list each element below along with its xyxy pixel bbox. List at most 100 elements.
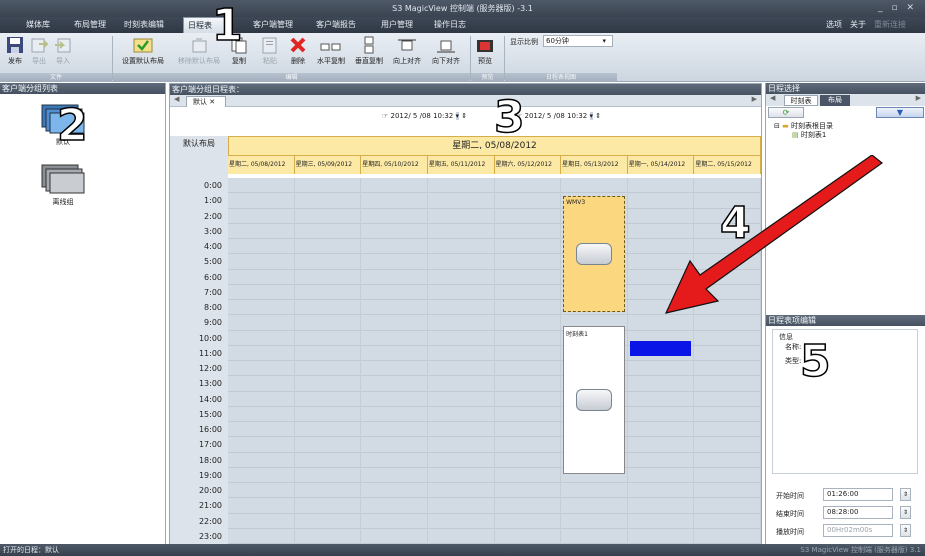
time-slot[interactable] xyxy=(228,284,294,300)
time-slot[interactable] xyxy=(627,437,694,453)
time-slot[interactable] xyxy=(427,223,494,239)
time-slot[interactable] xyxy=(694,483,760,499)
time-slot[interactable] xyxy=(361,284,427,300)
time-slot[interactable] xyxy=(427,300,494,316)
day-column[interactable] xyxy=(494,178,562,544)
time-slot[interactable] xyxy=(228,315,294,331)
time-slot[interactable] xyxy=(427,345,494,361)
time-slot[interactable] xyxy=(294,269,361,285)
time-slot[interactable] xyxy=(361,269,427,285)
time-slot[interactable] xyxy=(627,376,694,392)
time-slot[interactable] xyxy=(294,330,361,346)
date-from-picker[interactable]: ☞ 2012/ 5 /08 10:32 ▾ ⇕ xyxy=(382,110,492,122)
time-slot[interactable] xyxy=(694,467,760,483)
time-slot[interactable] xyxy=(228,330,294,346)
time-slot[interactable] xyxy=(494,284,561,300)
time-slot[interactable] xyxy=(294,391,361,407)
time-slot[interactable] xyxy=(361,345,427,361)
time-slot[interactable] xyxy=(228,391,294,407)
time-slot[interactable] xyxy=(228,452,294,468)
menu-operation-log[interactable]: 操作日志 xyxy=(430,17,470,33)
tab-scroll-right-icon[interactable]: ▶ xyxy=(916,94,921,102)
time-slot[interactable] xyxy=(294,406,361,422)
time-slot[interactable] xyxy=(427,406,494,422)
time-slot[interactable] xyxy=(228,178,294,194)
time-slot[interactable] xyxy=(228,223,294,239)
time-slot[interactable] xyxy=(427,437,494,453)
menu-reconnect[interactable]: 重新连接 xyxy=(870,17,910,33)
tab-scroll-right-icon[interactable]: ▶ xyxy=(752,95,757,103)
time-slot[interactable] xyxy=(627,406,694,422)
time-slot[interactable] xyxy=(228,300,294,316)
time-slot[interactable] xyxy=(427,452,494,468)
time-slot[interactable] xyxy=(627,528,694,544)
time-slot[interactable] xyxy=(294,178,361,194)
time-slot[interactable] xyxy=(361,391,427,407)
time-slot[interactable] xyxy=(494,269,561,285)
time-slot[interactable] xyxy=(494,437,561,453)
time-slot[interactable] xyxy=(361,513,427,529)
time-slot[interactable] xyxy=(694,406,760,422)
time-slot[interactable] xyxy=(494,528,561,544)
time-slot[interactable] xyxy=(427,315,494,331)
tab-layout[interactable]: 布局 xyxy=(820,95,850,106)
time-slot[interactable] xyxy=(494,406,561,422)
time-slot[interactable] xyxy=(627,467,694,483)
scale-select[interactable]: 60分钟 ▾ xyxy=(543,35,613,47)
time-slot[interactable] xyxy=(694,513,760,529)
time-slot[interactable] xyxy=(494,452,561,468)
delete-button[interactable]: 删除 xyxy=(288,35,308,66)
end-time-spinner[interactable]: ⇕ xyxy=(900,506,911,519)
time-slot[interactable] xyxy=(427,208,494,224)
vertical-copy-button[interactable]: 垂直复制 xyxy=(351,35,387,66)
time-slot[interactable] xyxy=(627,391,694,407)
tab-scroll-left-icon[interactable]: ◀ xyxy=(174,95,179,103)
tab-default[interactable]: 默认 ✕ xyxy=(186,96,226,107)
time-slot[interactable] xyxy=(228,345,294,361)
date-to-picker[interactable]: ☞ 2012/ 5 /08 10:32 ▾ ⇕ xyxy=(516,110,626,122)
time-slot[interactable] xyxy=(694,437,760,453)
time-slot[interactable] xyxy=(427,528,494,544)
time-slot[interactable] xyxy=(427,422,494,438)
time-slot[interactable] xyxy=(228,254,294,270)
time-slot[interactable] xyxy=(361,437,427,453)
time-slot[interactable] xyxy=(494,315,561,331)
time-slot[interactable] xyxy=(361,193,427,209)
time-slot[interactable] xyxy=(228,513,294,529)
menu-client-report[interactable]: 客户端报告 xyxy=(312,17,360,33)
time-slot[interactable] xyxy=(494,498,561,514)
time-slot[interactable] xyxy=(294,483,361,499)
day-column[interactable] xyxy=(427,178,495,544)
time-slot[interactable] xyxy=(361,178,427,194)
time-slot[interactable] xyxy=(427,483,494,499)
time-slot[interactable] xyxy=(294,376,361,392)
time-slot[interactable] xyxy=(361,483,427,499)
tab-scroll-left-icon[interactable]: ◀ xyxy=(770,94,775,102)
horizontal-copy-button[interactable]: 水平复制 xyxy=(313,35,349,66)
duration-input[interactable]: 00Hr02m00s xyxy=(823,524,893,537)
time-slot[interactable] xyxy=(494,330,561,346)
time-slot[interactable] xyxy=(427,193,494,209)
paste-button[interactable]: 粘贴 xyxy=(259,35,281,66)
time-slot[interactable] xyxy=(694,345,760,361)
close-icon[interactable]: ✕ xyxy=(209,98,215,106)
time-slot[interactable] xyxy=(627,452,694,468)
time-slot[interactable] xyxy=(294,239,361,255)
time-slot[interactable] xyxy=(494,361,561,377)
time-slot[interactable] xyxy=(228,269,294,285)
time-slot[interactable] xyxy=(427,391,494,407)
time-slot[interactable] xyxy=(294,467,361,483)
time-slot[interactable] xyxy=(627,498,694,514)
time-slot[interactable] xyxy=(427,376,494,392)
time-slot[interactable] xyxy=(361,467,427,483)
import-button[interactable]: 导入 xyxy=(52,35,74,66)
time-slot[interactable] xyxy=(294,315,361,331)
window-controls[interactable]: _ ▫ ✕ xyxy=(878,0,917,17)
time-slot[interactable] xyxy=(494,254,561,270)
time-slot[interactable] xyxy=(294,361,361,377)
time-slot[interactable] xyxy=(361,208,427,224)
time-slot[interactable] xyxy=(361,406,427,422)
time-slot[interactable] xyxy=(494,223,561,239)
time-slot[interactable] xyxy=(427,330,494,346)
time-slot[interactable] xyxy=(627,422,694,438)
